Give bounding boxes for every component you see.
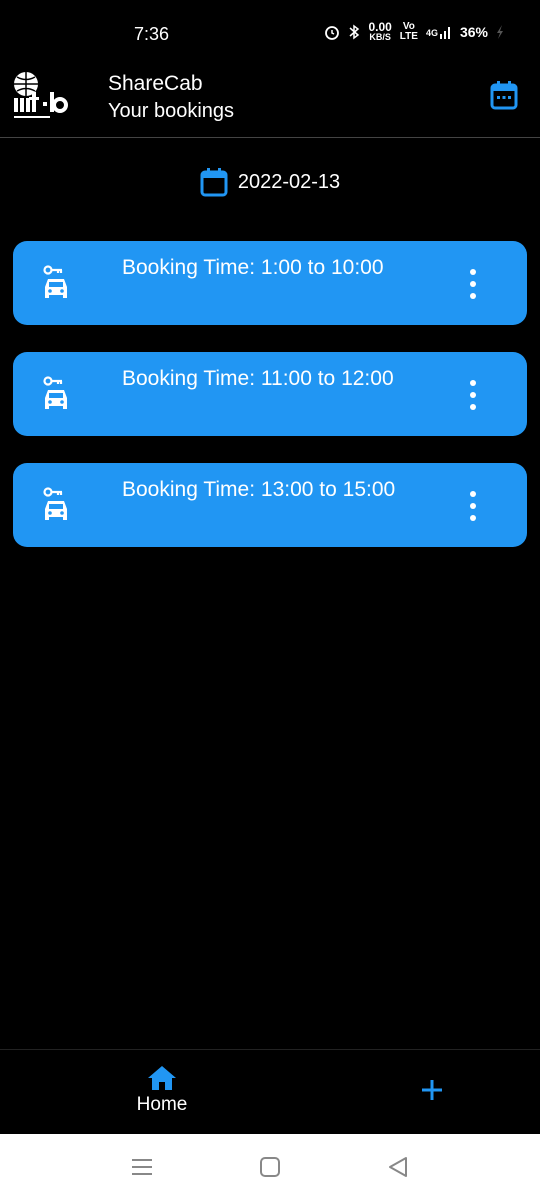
more-vert-icon[interactable] bbox=[467, 380, 479, 410]
booking-list: Booking Time: 1:00 to 10:00 Booking Time… bbox=[13, 241, 527, 574]
volte-indicator: Vo LTE bbox=[400, 22, 418, 42]
booking-card[interactable]: Booking Time: 1:00 to 10:00 bbox=[13, 241, 527, 325]
status-icons: 0.00 KB/S Vo LTE 4G 36% bbox=[324, 20, 504, 42]
net-speed-unit: KB/S bbox=[369, 32, 391, 42]
volte-bottom: LTE bbox=[399, 31, 418, 42]
nav-home-label: Home bbox=[136, 1094, 188, 1115]
iiitb-logo bbox=[14, 72, 68, 118]
nav-home-button[interactable]: Home bbox=[122, 1064, 202, 1126]
net-speed: 0.00 KB/S bbox=[368, 20, 392, 42]
booking-card[interactable]: Booking Time: 13:00 to 15:00 bbox=[13, 463, 527, 547]
home-icon bbox=[148, 1066, 176, 1090]
booking-time: Booking Time: 1:00 to 10:00 bbox=[122, 256, 384, 279]
back-icon[interactable] bbox=[386, 1156, 410, 1178]
net-speed-value: 0.00 bbox=[368, 20, 392, 34]
car-key-icon bbox=[43, 487, 67, 520]
booking-time: Booking Time: 11:00 to 12:00 bbox=[122, 367, 394, 390]
calendar-today-icon[interactable] bbox=[490, 80, 518, 110]
status-time: 7:36 bbox=[134, 24, 170, 44]
car-key-icon bbox=[43, 376, 67, 409]
car-key-icon bbox=[43, 265, 67, 298]
add-icon[interactable] bbox=[416, 1074, 448, 1106]
status-bar: 7:36 0.00 KB/S Vo LTE 4G 36% bbox=[0, 0, 540, 66]
date-selector[interactable]: 2022-02-13 bbox=[0, 162, 540, 202]
app-bar: ShareCab Your bookings bbox=[0, 66, 540, 138]
booking-card[interactable]: Booking Time: 11:00 to 12:00 bbox=[13, 352, 527, 436]
calendar-icon[interactable] bbox=[200, 167, 228, 197]
menu-icon[interactable] bbox=[130, 1156, 154, 1178]
app-subtitle: Your bookings bbox=[108, 100, 235, 122]
battery-level: 36% bbox=[459, 24, 488, 40]
more-vert-icon[interactable] bbox=[467, 491, 479, 521]
bottom-nav: Home bbox=[0, 1049, 540, 1134]
selected-date[interactable]: 2022-02-13 bbox=[238, 171, 340, 194]
network-type: 4G bbox=[425, 28, 438, 38]
app-title: ShareCab bbox=[108, 72, 203, 95]
charging-icon bbox=[497, 25, 503, 39]
alarm-icon bbox=[325, 26, 340, 40]
signal-indicator: 4G bbox=[426, 25, 452, 39]
more-vert-icon[interactable] bbox=[467, 269, 479, 299]
booking-time: Booking Time: 13:00 to 15:00 bbox=[122, 478, 396, 501]
home-square-icon[interactable] bbox=[258, 1156, 282, 1178]
system-nav-bar bbox=[0, 1134, 540, 1200]
signal-icon bbox=[439, 27, 450, 39]
bluetooth-icon bbox=[349, 24, 360, 40]
